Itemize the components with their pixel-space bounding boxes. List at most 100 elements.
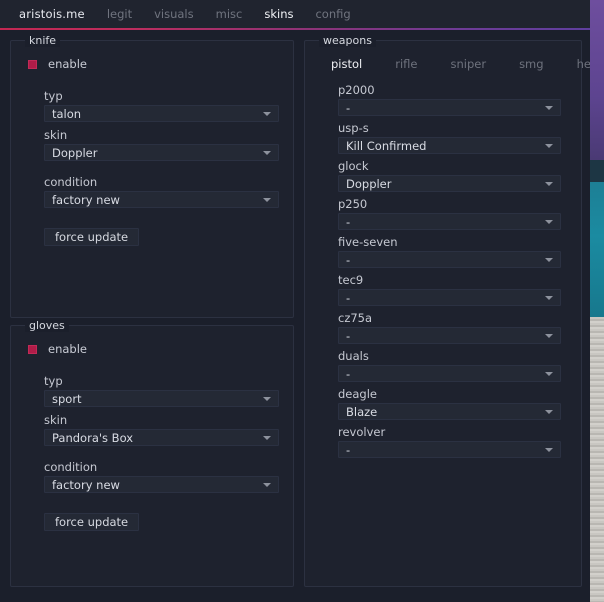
content-area: knife enable typ talon skin Doppler cond…: [0, 30, 590, 602]
tab-heavy[interactable]: heavy: [577, 57, 590, 71]
menubar: aristois.me legit visuals misc skins con…: [0, 0, 590, 28]
weapon-skin-value: Blaze: [346, 404, 378, 419]
right-column: weapons pistol rifle sniper smg heavy p2…: [304, 34, 590, 602]
knife-typ-label: typ: [44, 89, 63, 103]
weapon-skin-select[interactable]: Kill Confirmed: [338, 137, 561, 154]
weapon-category-tabs: pistol rifle sniper smg heavy: [319, 57, 590, 71]
weapon-skin-select[interactable]: -: [338, 251, 561, 268]
weapon-name-label: cz75a: [338, 311, 373, 325]
gloves-enable-label: enable: [48, 342, 87, 356]
weapon-row-revolver: revolver -: [338, 425, 561, 458]
weapon-skin-value: -: [346, 290, 351, 305]
knife-condition-label: condition: [44, 175, 98, 189]
gloves-typ-field: typ sport: [25, 374, 279, 407]
weapon-skin-select[interactable]: -: [338, 441, 561, 458]
weapons-group-body: pistol rifle sniper smg heavy p2000 -: [305, 41, 590, 473]
gloves-force-update-button[interactable]: force update: [44, 513, 140, 531]
knife-group: knife enable typ talon skin Doppler cond…: [10, 34, 294, 318]
background-gray-strip: [590, 317, 604, 602]
weapon-skin-select[interactable]: Doppler: [338, 175, 561, 192]
weapon-skin-select[interactable]: Blaze: [338, 403, 561, 420]
knife-group-legend: knife: [25, 34, 61, 47]
checkbox-icon[interactable]: [28, 59, 37, 69]
weapon-name-label: five-seven: [338, 235, 398, 249]
chevron-down-icon: [545, 372, 553, 376]
gloves-force-update-wrap: force update: [25, 507, 279, 531]
tab-rifle[interactable]: rifle: [395, 57, 433, 71]
gloves-typ-value: sport: [52, 391, 82, 406]
weapon-skin-select[interactable]: -: [338, 99, 561, 116]
nav-item-config[interactable]: config: [304, 7, 361, 21]
weapon-skin-select[interactable]: -: [338, 213, 561, 230]
knife-typ-value: talon: [52, 106, 82, 121]
nav-item-misc[interactable]: misc: [205, 7, 254, 21]
nav-item-legit[interactable]: legit: [96, 7, 143, 21]
gloves-enable-checkbox-row[interactable]: enable: [25, 342, 279, 356]
weapons-group-legend: weapons: [319, 34, 376, 47]
weapon-skin-select[interactable]: -: [338, 365, 561, 382]
gloves-skin-value: Pandora's Box: [52, 430, 134, 445]
weapon-skin-value: -: [346, 100, 351, 115]
weapon-name-label: deagle: [338, 387, 377, 401]
weapon-row-five-seven: five-seven -: [338, 235, 561, 268]
chevron-down-icon: [545, 182, 553, 186]
knife-skin-value: Doppler: [52, 145, 98, 160]
gloves-skin-select[interactable]: Pandora's Box: [44, 429, 279, 446]
weapon-skin-select[interactable]: -: [338, 289, 561, 306]
weapon-row-usp-s: usp-s Kill Confirmed: [338, 121, 561, 154]
chevron-down-icon: [545, 410, 553, 414]
tab-smg[interactable]: smg: [519, 57, 560, 71]
weapon-row-duals: duals -: [338, 349, 561, 382]
weapon-name-label: p250: [338, 197, 368, 211]
background-teal-strip: [590, 182, 604, 317]
tab-pistol[interactable]: pistol: [331, 57, 378, 71]
knife-skin-select[interactable]: Doppler: [44, 144, 279, 161]
weapon-row-glock: glock Doppler: [338, 159, 561, 192]
knife-typ-field: typ talon: [25, 89, 279, 122]
weapon-name-label: duals: [338, 349, 369, 363]
chevron-down-icon: [263, 112, 271, 116]
knife-condition-select[interactable]: factory new: [44, 191, 279, 208]
nav-item-visuals[interactable]: visuals: [143, 7, 205, 21]
brand-label: aristois.me: [19, 7, 85, 21]
chevron-down-icon: [545, 448, 553, 452]
weapon-skin-value: Doppler: [346, 176, 392, 191]
chevron-down-icon: [263, 198, 271, 202]
nav-item-skins[interactable]: skins: [253, 7, 304, 21]
chevron-down-icon: [545, 296, 553, 300]
weapon-skin-list: p2000 - usp-s Kill Confirmed glock Doppl…: [319, 83, 567, 458]
tab-sniper[interactable]: sniper: [450, 57, 502, 71]
chevron-down-icon: [545, 258, 553, 262]
gloves-condition-select[interactable]: factory new: [44, 476, 279, 493]
weapon-name-label: usp-s: [338, 121, 369, 135]
knife-enable-checkbox-row[interactable]: enable: [25, 57, 279, 71]
knife-group-body: enable typ talon skin Doppler condition …: [11, 41, 293, 256]
left-column: knife enable typ talon skin Doppler cond…: [10, 34, 294, 602]
chevron-down-icon: [263, 436, 271, 440]
weapon-row-p250: p250 -: [338, 197, 561, 230]
weapon-skin-select[interactable]: -: [338, 327, 561, 344]
weapon-skin-value: Kill Confirmed: [346, 138, 427, 153]
gloves-group-body: enable typ sport skin Pandora's Box cond…: [11, 326, 293, 541]
knife-force-update-button[interactable]: force update: [44, 228, 140, 246]
gloves-skin-field: skin Pandora's Box: [25, 413, 279, 446]
gloves-typ-select[interactable]: sport: [44, 390, 279, 407]
checkbox-icon[interactable]: [28, 344, 37, 354]
background-dark-strip: [590, 160, 604, 182]
weapon-row-cz75a: cz75a -: [338, 311, 561, 344]
gloves-condition-label: condition: [44, 460, 98, 474]
chevron-down-icon: [263, 483, 271, 487]
chevron-down-icon: [545, 106, 553, 110]
weapon-name-label: p2000: [338, 83, 375, 97]
knife-condition-value: factory new: [52, 192, 120, 207]
cheat-overlay-window: aristois.me legit visuals misc skins con…: [0, 0, 590, 602]
gloves-typ-label: typ: [44, 374, 63, 388]
gloves-skin-label: skin: [44, 413, 68, 427]
knife-typ-select[interactable]: talon: [44, 105, 279, 122]
weapon-row-tec9: tec9 -: [338, 273, 561, 306]
weapon-skin-value: -: [346, 252, 351, 267]
weapon-skin-value: -: [346, 214, 351, 229]
